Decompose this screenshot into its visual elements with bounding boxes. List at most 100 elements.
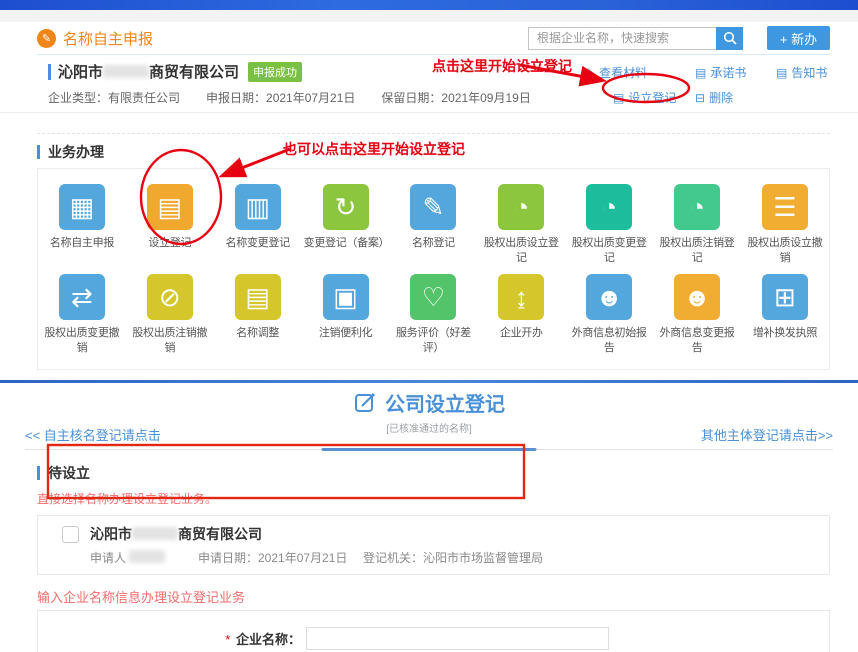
header: ✎ 名称自主申报 + 新办 (0, 22, 858, 50)
applicant: 申请人 (90, 549, 198, 566)
company-name-line: 沁阳市商贸有限公司 申报成功 (48, 61, 302, 82)
service-label: 名称登记 (390, 236, 478, 251)
pending-title: 待设立 (37, 463, 830, 483)
header-controls: + 新办 (528, 26, 830, 50)
notice-link[interactable]: ▤ 告知书 (776, 64, 827, 81)
service-item[interactable]: ☻ 外商信息初始报告 (565, 274, 653, 356)
service-item[interactable]: ↻变更登记（备案） (302, 184, 390, 266)
document-pencil-icon: ✎ (585, 66, 595, 80)
license-plus-icon: ⊞ (762, 274, 808, 320)
clipboard-minus-icon: ▥ (235, 184, 281, 230)
company-info-line: 企业类型：有限责任公司 申报日期：2021年07月21日 保留日期：2021年0… (48, 89, 557, 106)
establish-registration-link[interactable]: ▤ 设立登记 (613, 89, 676, 106)
service-item[interactable]: ↨企业开办 (477, 274, 565, 356)
service-item[interactable]: ✎ 名称登记 (390, 184, 478, 266)
service-label: 股权出质设立撤销 (741, 236, 829, 266)
service-item[interactable]: ⊘股权出质注销撤销 (126, 274, 214, 356)
service-label: 注销便利化 (302, 326, 390, 341)
service-item[interactable]: ▥ 名称变更登记 (214, 184, 302, 266)
clipboard-icon: ▤ (147, 184, 193, 230)
status-badge: 申报成功 (248, 62, 302, 82)
building-icon: ▦ (59, 184, 105, 230)
service-item[interactable]: ◔ 股权出质设立登记 (477, 184, 565, 266)
service-label: 设立登记 (126, 236, 214, 251)
service-item[interactable]: ◔ 股权出质注销登记 (653, 184, 741, 266)
service-label: 增补换发执照 (741, 326, 829, 341)
candidate-checkbox[interactable] (62, 526, 79, 543)
blue-separator (0, 380, 858, 383)
service-label: 股权出质变更撤销 (38, 326, 126, 356)
service-label: 服务评价（好差评） (390, 326, 478, 356)
trash-icon: ⊟ (695, 91, 705, 105)
service-item[interactable]: ⊞ 增补换发执照 (741, 274, 829, 356)
input-tip: 输入企业名称信息办理设立登记业务 (37, 587, 830, 606)
service-label: 变更登记（备案） (302, 236, 390, 251)
view-materials-link[interactable]: ✎ 查看材料 (585, 64, 647, 81)
top-blue-bar (0, 0, 858, 10)
commitment-link[interactable]: ▤ 承诺书 (695, 64, 746, 81)
search-button[interactable] (716, 27, 743, 50)
company-type: 企业类型：有限责任公司 (48, 89, 180, 106)
pie-chart-cancel-icon: ◔ (674, 184, 720, 230)
business-section: 业务办理 ▦名称自主申报▤设立登记▥名称变更登记↻变更登记（备案）✎名称登记◔股… (37, 133, 830, 370)
blue-bar-accent (37, 466, 40, 480)
candidate-card: 沁阳市商贸有限公司 申请人 申请日期：2021年07月21日 登记机关：沁阳市市… (37, 515, 830, 575)
document-icon: ▤ (695, 66, 706, 80)
top-gray-strip (0, 10, 858, 22)
cancel-circle-icon: ⊘ (147, 274, 193, 320)
annotation-grid-tip: 也可以点击这里开始设立登记 (283, 139, 465, 159)
service-label: 外商信息初始报告 (565, 326, 653, 356)
name-form-card: * 企业名称： (37, 610, 830, 652)
delete-link[interactable]: ⊟ 删除 (695, 89, 733, 106)
redacted-text (129, 550, 165, 563)
service-item[interactable]: ☰股权出质设立撤销 (741, 184, 829, 266)
establish-title: 公司设立登记 (0, 388, 858, 417)
service-item[interactable]: ▦名称自主申报 (38, 184, 126, 266)
document-icon: ▤ (776, 66, 787, 80)
module-brand: ✎ 名称自主申报 (37, 28, 153, 49)
edit-circle-icon: ✎ (37, 29, 56, 48)
redacted-text (132, 527, 178, 540)
company-name-label: * 企业名称： (38, 629, 301, 648)
service-item[interactable]: ▤名称调整 (214, 274, 302, 356)
pending-section: 待设立 直接选择名称办理设立登记业务。 沁阳市商贸有限公司 申请人 申请日期：2… (37, 463, 830, 652)
declared-company-block: 沁阳市商贸有限公司 申报成功 点击这里开始设立登记 企业类型：有限责任公司 申报… (0, 55, 858, 113)
flower-icon: ♡ (410, 274, 456, 320)
document-icon: ▤ (613, 91, 624, 105)
declare-date: 申报日期：2021年07月21日 (206, 89, 355, 106)
clipboard-pen-icon: ✎ (410, 184, 456, 230)
service-item[interactable]: ♡ 服务评价（好差评） (390, 274, 478, 356)
edit-document-icon (353, 391, 377, 415)
blue-bar-accent (48, 64, 51, 80)
candidate-name: 沁阳市商贸有限公司 (90, 524, 543, 544)
pie-chart-edit-icon: ◔ (586, 184, 632, 230)
apply-date: 申请日期：2021年07月21日 (198, 549, 363, 566)
other-entity-link[interactable]: 其他主体登记请点击>> (701, 425, 833, 444)
service-label: 名称变更登记 (214, 236, 302, 251)
search-icon (723, 31, 737, 45)
service-label: 名称调整 (214, 326, 302, 341)
service-label: 股权出质设立登记 (477, 236, 565, 266)
service-item[interactable]: ▣注销便利化 (302, 274, 390, 356)
establish-header: 公司设立登记 [已核准通过的名称] << 自主核名登记请点击 其他主体登记请点击… (0, 388, 858, 450)
required-asterisk: * (225, 632, 230, 647)
self-naming-link[interactable]: << 自主核名登记请点击 (25, 425, 161, 444)
service-item[interactable]: ⇄ 股权出质变更撤销 (38, 274, 126, 356)
person-change-icon: ☻ (674, 274, 720, 320)
service-item[interactable]: ▤ 设立登记 (126, 184, 214, 266)
service-label: 外商信息变更报告 (653, 326, 741, 356)
annotation-top-tip: 点击这里开始设立登记 (432, 56, 572, 76)
swap-arrows-icon: ⇄ (59, 274, 105, 320)
search-input[interactable] (528, 27, 716, 50)
tab-underline (25, 449, 833, 450)
new-application-button[interactable]: + 新办 (767, 26, 830, 50)
company-name-input[interactable] (306, 627, 609, 650)
person-report-icon: ☻ (586, 274, 632, 320)
divider (0, 112, 858, 113)
service-item[interactable]: ☻ 外商信息变更报告 (653, 274, 741, 356)
service-label: 企业开办 (477, 326, 565, 341)
service-label: 股权出质注销登记 (653, 236, 741, 266)
service-item[interactable]: ◔股权出质变更登记 (565, 184, 653, 266)
candidate-info[interactable]: 沁阳市商贸有限公司 申请人 申请日期：2021年07月21日 登记机关：沁阳市市… (90, 524, 543, 566)
pie-chart-icon: ◔ (498, 184, 544, 230)
